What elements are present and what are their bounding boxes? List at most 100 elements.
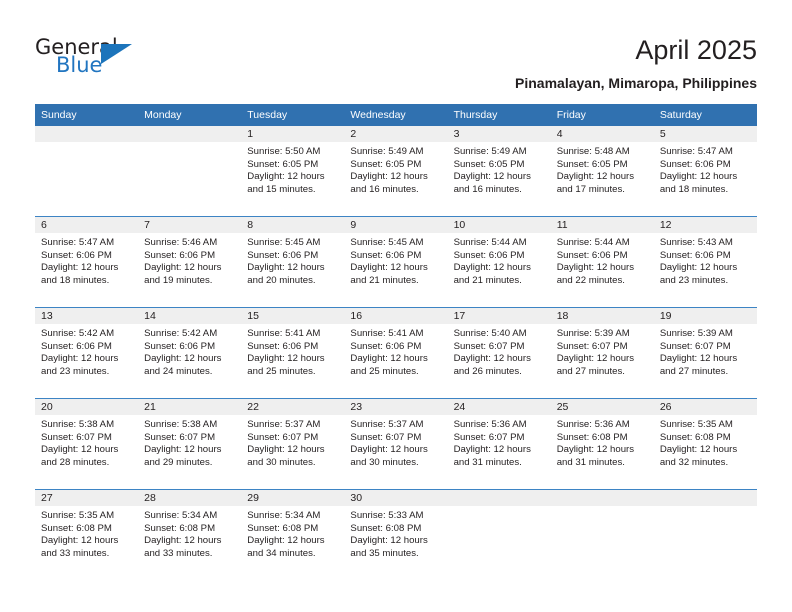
sunset-text: Sunset: 6:06 PM xyxy=(41,340,112,352)
day-number: 12 xyxy=(653,217,757,233)
day-details: Sunrise: 5:39 AM Sunset: 6:07 PM Daylight:… xyxy=(551,324,654,378)
day-details: Sunrise: 5:36 AM Sunset: 6:07 PM Daylight:… xyxy=(448,415,551,469)
calendar-week-row: 13 Sunrise: 5:42 AM Sunset: 6:06 PM Dayligh… xyxy=(35,307,757,399)
daylight-text-line2: and 17 minutes. xyxy=(556,183,625,195)
day-cell-inner xyxy=(447,490,551,580)
daylight-text-line1: Daylight: 12 hours xyxy=(556,171,635,183)
calendar-day-cell[interactable]: 12 Sunrise: 5:43 AM Sunset: 6:06 PM Dayligh… xyxy=(653,216,757,308)
calendar-day-cell[interactable]: 19 Sunrise: 5:39 AM Sunset: 6:07 PM Dayligh… xyxy=(653,307,757,399)
day-number: 10 xyxy=(447,217,551,233)
day-details: Sunrise: 5:47 AM Sunset: 6:06 PM Daylight:… xyxy=(35,233,138,287)
general-blue-logo[interactable]: General Blue xyxy=(35,36,165,86)
sunset-text: Sunset: 6:07 PM xyxy=(41,431,112,443)
day-details: Sunrise: 5:41 AM Sunset: 6:06 PM Daylight:… xyxy=(241,324,344,378)
weekday-header-monday: Monday xyxy=(138,104,242,126)
daylight-text-line1: Daylight: 12 hours xyxy=(350,535,428,547)
day-cell-inner: 12 Sunrise: 5:43 AM Sunset: 6:06 PM Dayligh… xyxy=(653,217,757,307)
day-cell-inner: 16 Sunrise: 5:41 AM Sunset: 6:06 PM Dayligh… xyxy=(344,308,448,398)
day-details: Sunrise: 5:39 AM Sunset: 6:07 PM Daylight:… xyxy=(654,324,757,378)
day-cell-inner: 24 Sunrise: 5:36 AM Sunset: 6:07 PM Dayligh… xyxy=(447,399,551,489)
day-number: 1 xyxy=(241,126,345,142)
day-number: 7 xyxy=(138,217,242,233)
calendar-day-cell[interactable]: 25 Sunrise: 5:36 AM Sunset: 6:08 PM Dayligh… xyxy=(550,398,654,490)
daylight-text-line1: Daylight: 12 hours xyxy=(144,535,222,547)
calendar-week-row: 20 Sunrise: 5:38 AM Sunset: 6:07 PM Dayligh… xyxy=(35,398,757,490)
day-details: Sunrise: 5:44 AM Sunset: 6:06 PM Daylight:… xyxy=(448,233,551,287)
day-cell-inner: 2 Sunrise: 5:49 AM Sunset: 6:05 PM Daylight… xyxy=(344,126,448,216)
sunrise-text: Sunrise: 5:38 AM xyxy=(144,419,218,430)
daylight-text-line1: Daylight: 12 hours xyxy=(556,262,635,274)
day-number: 28 xyxy=(138,490,242,506)
day-cell-inner xyxy=(35,126,139,216)
calendar-day-cell[interactable]: 9 Sunrise: 5:45 AM Sunset: 6:06 PM Daylight… xyxy=(344,216,448,308)
daylight-text-line1: Daylight: 12 hours xyxy=(350,262,428,274)
calendar-day-cell[interactable]: 21 Sunrise: 5:38 AM Sunset: 6:07 PM Dayligh… xyxy=(138,398,242,490)
calendar-day-cell[interactable]: 18 Sunrise: 5:39 AM Sunset: 6:07 PM Dayligh… xyxy=(550,307,654,399)
calendar-day-cell[interactable]: 6 Sunrise: 5:47 AM Sunset: 6:06 PM Daylight… xyxy=(35,216,139,308)
calendar-day-cell[interactable]: 29 Sunrise: 5:34 AM Sunset: 6:08 PM Dayligh… xyxy=(241,489,345,580)
daylight-text-line1: Daylight: 12 hours xyxy=(659,262,738,274)
page-header: General Blue April 2025 Pinamalayan, Mim… xyxy=(0,0,792,100)
calendar-day-cell[interactable]: 20 Sunrise: 5:38 AM Sunset: 6:07 PM Dayligh… xyxy=(35,398,139,490)
sunrise-text: Sunrise: 5:47 AM xyxy=(41,237,115,248)
calendar-day-cell[interactable]: 15 Sunrise: 5:41 AM Sunset: 6:06 PM Dayligh… xyxy=(241,307,345,399)
calendar-day-cell[interactable]: 13 Sunrise: 5:42 AM Sunset: 6:06 PM Dayligh… xyxy=(35,307,139,399)
daylight-text-line1: Daylight: 12 hours xyxy=(350,171,428,183)
calendar-day-cell[interactable]: 28 Sunrise: 5:34 AM Sunset: 6:08 PM Dayligh… xyxy=(138,489,242,580)
calendar-day-cell[interactable]: 27 Sunrise: 5:35 AM Sunset: 6:08 PM Dayligh… xyxy=(35,489,139,580)
weekday-header-thursday: Thursday xyxy=(447,104,551,126)
daylight-text-line1: Daylight: 12 hours xyxy=(350,444,428,456)
calendar-day-cell[interactable]: 4 Sunrise: 5:48 AM Sunset: 6:05 PM Daylight… xyxy=(550,126,654,217)
day-number: 4 xyxy=(550,126,654,142)
daylight-text-line2: and 18 minutes. xyxy=(659,183,729,195)
calendar-day-cell[interactable]: 8 Sunrise: 5:45 AM Sunset: 6:06 PM Daylight… xyxy=(241,216,345,308)
day-cell-inner: 26 Sunrise: 5:35 AM Sunset: 6:08 PM Dayligh… xyxy=(653,399,757,489)
day-cell-inner xyxy=(550,490,654,580)
day-cell-inner xyxy=(138,126,242,216)
sunrise-text: Sunrise: 5:36 AM xyxy=(453,419,527,430)
day-cell-inner: 13 Sunrise: 5:42 AM Sunset: 6:06 PM Dayligh… xyxy=(35,308,139,398)
day-number: 8 xyxy=(241,217,345,233)
calendar-day-cell[interactable]: 1 Sunrise: 5:50 AM Sunset: 6:05 PM Daylight… xyxy=(241,126,345,217)
sunset-text: Sunset: 6:06 PM xyxy=(350,249,422,261)
daylight-text-line2: and 34 minutes. xyxy=(247,547,316,559)
day-details: Sunrise: 5:35 AM Sunset: 6:08 PM Daylight:… xyxy=(35,506,138,560)
calendar-day-cell[interactable]: 11 Sunrise: 5:44 AM Sunset: 6:06 PM Dayligh… xyxy=(550,216,654,308)
day-details: Sunrise: 5:42 AM Sunset: 6:06 PM Daylight:… xyxy=(35,324,138,378)
title-block: April 2025 Pinamalayan, Mimaropa, Philip… xyxy=(515,34,757,91)
daylight-text-line2: and 22 minutes. xyxy=(556,274,625,286)
calendar-day-cell xyxy=(447,489,551,580)
day-cell-inner: 3 Sunrise: 5:49 AM Sunset: 6:05 PM Daylight… xyxy=(447,126,551,216)
day-cell-inner: 27 Sunrise: 5:35 AM Sunset: 6:08 PM Dayligh… xyxy=(35,490,139,580)
daylight-text-line1: Daylight: 12 hours xyxy=(247,171,325,183)
calendar-day-cell[interactable]: 3 Sunrise: 5:49 AM Sunset: 6:05 PM Daylight… xyxy=(447,126,551,217)
calendar-day-cell[interactable]: 22 Sunrise: 5:37 AM Sunset: 6:07 PM Dayligh… xyxy=(241,398,345,490)
calendar-day-cell[interactable]: 10 Sunrise: 5:44 AM Sunset: 6:06 PM Dayligh… xyxy=(447,216,551,308)
sunrise-text: Sunrise: 5:37 AM xyxy=(350,419,424,430)
day-number: 13 xyxy=(35,308,139,324)
calendar-day-cell[interactable]: 30 Sunrise: 5:33 AM Sunset: 6:08 PM Dayligh… xyxy=(344,489,448,580)
sunrise-text: Sunrise: 5:39 AM xyxy=(659,328,733,339)
calendar-day-cell[interactable]: 5 Sunrise: 5:47 AM Sunset: 6:06 PM Daylight… xyxy=(653,126,757,217)
daylight-text-line1: Daylight: 12 hours xyxy=(41,353,119,365)
calendar-day-cell[interactable]: 7 Sunrise: 5:46 AM Sunset: 6:06 PM Daylight… xyxy=(138,216,242,308)
calendar-day-cell[interactable]: 26 Sunrise: 5:35 AM Sunset: 6:08 PM Dayligh… xyxy=(653,398,757,490)
calendar-day-cell[interactable]: 14 Sunrise: 5:42 AM Sunset: 6:06 PM Dayligh… xyxy=(138,307,242,399)
calendar-day-cell xyxy=(35,126,139,217)
sunrise-text: Sunrise: 5:40 AM xyxy=(453,328,527,339)
day-number: 24 xyxy=(447,399,551,415)
calendar-day-cell[interactable]: 16 Sunrise: 5:41 AM Sunset: 6:06 PM Dayligh… xyxy=(344,307,448,399)
daylight-text-line2: and 16 minutes. xyxy=(453,183,522,195)
day-details: Sunrise: 5:48 AM Sunset: 6:05 PM Daylight:… xyxy=(551,142,654,196)
calendar-day-cell[interactable]: 24 Sunrise: 5:36 AM Sunset: 6:07 PM Dayligh… xyxy=(447,398,551,490)
day-number: 27 xyxy=(35,490,139,506)
day-details: Sunrise: 5:37 AM Sunset: 6:07 PM Daylight:… xyxy=(241,415,344,469)
calendar-day-cell[interactable]: 2 Sunrise: 5:49 AM Sunset: 6:05 PM Daylight… xyxy=(344,126,448,217)
daylight-text-line1: Daylight: 12 hours xyxy=(556,444,635,456)
day-cell-inner: 28 Sunrise: 5:34 AM Sunset: 6:08 PM Dayligh… xyxy=(138,490,242,580)
weekday-header-sunday: Sunday xyxy=(35,104,139,126)
calendar-week-row: 6 Sunrise: 5:47 AM Sunset: 6:06 PM Daylight… xyxy=(35,216,757,308)
calendar-day-cell[interactable]: 17 Sunrise: 5:40 AM Sunset: 6:07 PM Dayligh… xyxy=(447,307,551,399)
weekday-header-friday: Friday xyxy=(550,104,654,126)
calendar-day-cell[interactable]: 23 Sunrise: 5:37 AM Sunset: 6:07 PM Dayligh… xyxy=(344,398,448,490)
